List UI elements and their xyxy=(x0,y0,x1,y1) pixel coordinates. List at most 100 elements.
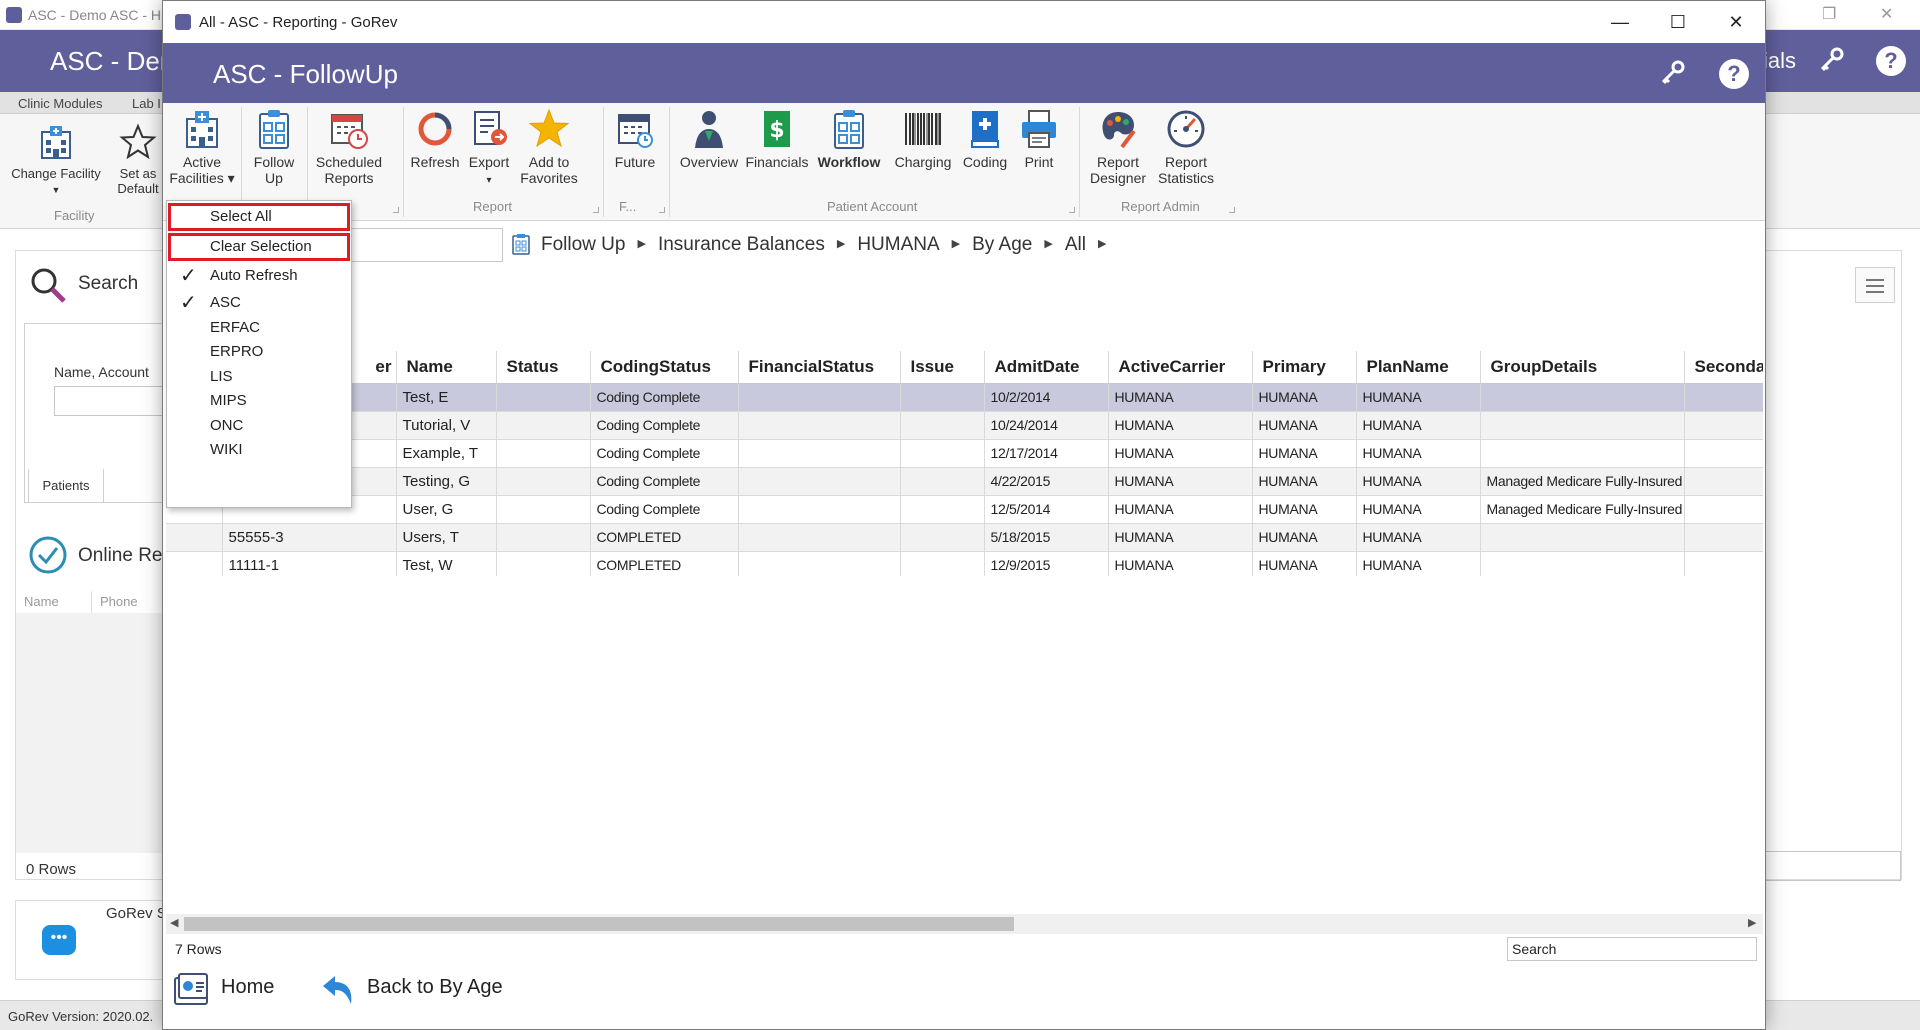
breadcrumb-insurance-balances[interactable]: Insurance Balances xyxy=(658,234,825,255)
home-button[interactable]: Home xyxy=(173,973,274,1005)
table-cell xyxy=(1684,411,1763,440)
grid-search-input[interactable]: Search xyxy=(1507,937,1757,961)
report-designer-button[interactable]: Report Designer xyxy=(1087,107,1149,186)
column-header-coding-status[interactable]: CodingStatus xyxy=(590,351,739,384)
column-header-name[interactable]: Name xyxy=(396,351,497,384)
future-button[interactable]: Future xyxy=(609,107,661,170)
scheduled-reports-label-1: Scheduled xyxy=(315,154,383,170)
print-button[interactable]: Print xyxy=(1015,107,1063,170)
scroll-right-icon[interactable]: ▶ xyxy=(1748,916,1756,929)
column-header-active-carrier[interactable]: ActiveCarrier xyxy=(1108,351,1253,384)
caret-right-icon[interactable]: ▶ xyxy=(1098,237,1106,250)
column-header-issue[interactable]: Issue xyxy=(900,351,985,384)
table-row[interactable]: User, G Coding Complete 12/5/2014 HUMANA HUM… xyxy=(166,495,1763,524)
refresh-button[interactable]: Refresh xyxy=(409,107,461,170)
row-selector[interactable] xyxy=(166,551,223,576)
column-header-secondary[interactable]: Secondary xyxy=(1684,351,1763,384)
active-facilities-button[interactable]: Active Facilities ▾ xyxy=(169,107,235,186)
ribbon-group-expand-icon[interactable] xyxy=(659,207,665,213)
horizontal-scrollbar[interactable]: ◀ ▶ xyxy=(166,914,1763,934)
column-header-primary[interactable]: Primary xyxy=(1252,351,1357,384)
charging-button[interactable]: Charging xyxy=(891,107,955,170)
table-cell xyxy=(496,551,591,576)
ribbon: Active Facilities ▾ Follow Up Scheduled … xyxy=(163,103,1765,221)
overview-button[interactable]: Overview xyxy=(677,107,741,170)
change-facility-button[interactable]: Change Facility ▼ xyxy=(8,122,104,198)
table-cell xyxy=(1480,383,1685,412)
hamburger-menu-icon[interactable] xyxy=(1855,267,1895,303)
column-header-financial-status[interactable]: FinancialStatus xyxy=(738,351,901,384)
report-statistics-button[interactable]: Report Statistics xyxy=(1153,107,1219,186)
table-row[interactable]: Example, T Coding Complete 12/17/2014 HUMAN… xyxy=(166,439,1763,468)
data-grid: er Name Status CodingStatus FinancialSta… xyxy=(166,351,1763,576)
auto-refresh-label: Auto Refresh xyxy=(210,267,298,284)
follow-up-button[interactable]: Follow Up xyxy=(247,107,301,186)
close-button[interactable]: ✕ xyxy=(1707,1,1765,43)
scroll-left-icon[interactable]: ◀ xyxy=(170,916,178,929)
table-row[interactable]: Testing, G Coding Complete 4/22/2015 HUMANA… xyxy=(166,467,1763,496)
ribbon-group-expand-icon[interactable] xyxy=(593,207,599,213)
clear-selection-item[interactable]: Clear Selection xyxy=(168,233,350,261)
table-cell: HUMANA xyxy=(1356,467,1481,496)
table-row[interactable]: 55555-3 Users, T COMPLETED 5/18/2015 HUMANA H… xyxy=(166,523,1763,552)
keys-icon[interactable] xyxy=(1816,44,1848,76)
ribbon-group-expand-icon[interactable] xyxy=(393,207,399,213)
table-cell xyxy=(496,467,591,496)
menu-clinic-modules[interactable]: Clinic Modules xyxy=(18,96,103,111)
maximize-button[interactable]: ☐ xyxy=(1649,1,1707,43)
breadcrumb-by-age[interactable]: By Age xyxy=(972,234,1032,255)
col-name[interactable]: Name xyxy=(16,591,92,613)
breadcrumb-follow-up[interactable]: Follow Up xyxy=(541,234,625,255)
table-row[interactable]: Tutorial, V Coding Complete 10/24/2014 HUMA… xyxy=(166,411,1763,440)
table-cell: Coding Complete xyxy=(590,411,739,440)
workflow-button[interactable]: Workflow xyxy=(813,107,885,170)
bg-right-panel xyxy=(1762,250,1902,881)
col-phone[interactable]: Phone xyxy=(92,591,166,613)
export-button[interactable]: Export ▾ xyxy=(463,107,515,189)
back-button[interactable]: Back to By Age xyxy=(319,976,503,1004)
column-header-admit-date[interactable]: AdmitDate xyxy=(984,351,1109,384)
tab-patients[interactable]: Patients xyxy=(28,469,104,503)
barcode-icon xyxy=(905,113,941,145)
window-title: All - ASC - Reporting - GoRev xyxy=(199,14,398,31)
clipboard-icon xyxy=(259,110,289,149)
menu-lab[interactable]: Lab I xyxy=(132,96,161,111)
caret-right-icon: ▶ xyxy=(951,238,961,250)
row-selector[interactable] xyxy=(166,523,223,552)
financials-button[interactable]: $ Financials xyxy=(745,107,809,170)
keys-icon[interactable] xyxy=(1657,57,1689,89)
group-facility-label: Facility xyxy=(54,208,95,223)
facility-item-wiki[interactable]: WIKI xyxy=(168,436,350,464)
coding-button[interactable]: Coding xyxy=(959,107,1011,170)
table-cell: HUMANA xyxy=(1108,495,1253,524)
table-row[interactable]: 11111-1 Test, W COMPLETED 12/9/2015 HUMANA HU… xyxy=(166,551,1763,576)
ribbon-group-expand-icon[interactable] xyxy=(1229,207,1235,213)
ribbon-separator xyxy=(603,107,604,217)
table-row[interactable]: Test, E Coding Complete 10/2/2014 HUMANA HUM… xyxy=(166,383,1763,412)
bg-right-input[interactable] xyxy=(1763,851,1901,881)
set-as-default-button[interactable]: Set as Default xyxy=(110,122,166,196)
help-icon[interactable]: ? xyxy=(1876,46,1906,76)
column-header-group-details[interactable]: GroupDetails xyxy=(1480,351,1685,384)
minimize-button[interactable]: — xyxy=(1591,1,1649,43)
charging-label: Charging xyxy=(894,154,952,170)
chat-icon[interactable]: ••• xyxy=(42,925,76,955)
column-header-status[interactable]: Status xyxy=(496,351,591,384)
table-cell xyxy=(1684,383,1763,412)
chevron-down-icon: ▼ xyxy=(51,185,61,195)
auto-refresh-item[interactable]: ✓ Auto Refresh xyxy=(168,262,350,290)
table-cell: 4/22/2015 xyxy=(984,467,1109,496)
restore-icon[interactable]: ❐ xyxy=(1822,4,1836,24)
close-icon[interactable]: ✕ xyxy=(1880,4,1893,24)
ribbon-group-expand-icon[interactable] xyxy=(1069,207,1075,213)
name-account-input[interactable] xyxy=(54,386,174,416)
help-icon[interactable]: ? xyxy=(1719,59,1749,89)
scrollbar-thumb[interactable] xyxy=(184,917,1014,931)
select-all-item[interactable]: Select All xyxy=(168,203,350,231)
ribbon-separator xyxy=(1079,107,1080,217)
breadcrumb-humana[interactable]: HUMANA xyxy=(857,234,939,255)
scheduled-reports-button[interactable]: Scheduled Reports xyxy=(315,107,383,186)
column-header-plan-name[interactable]: PlanName xyxy=(1356,351,1481,384)
breadcrumb-all[interactable]: All xyxy=(1065,234,1086,255)
add-to-favorites-button[interactable]: Add to Favorites xyxy=(517,107,581,186)
